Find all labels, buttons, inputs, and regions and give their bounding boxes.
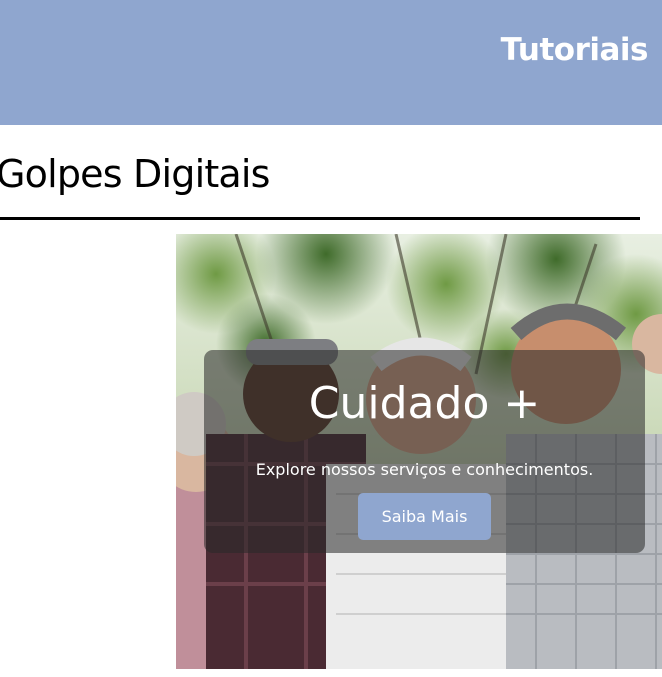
hero-title: Cuidado + bbox=[308, 378, 541, 429]
hero-subtitle: Explore nossos serviços e conhecimentos. bbox=[255, 460, 594, 479]
site-header: Tutoriais bbox=[0, 0, 662, 125]
title-divider bbox=[0, 217, 640, 220]
nav-link-tutoriais[interactable]: Tutoriais bbox=[501, 32, 649, 68]
saiba-mais-button[interactable]: Saiba Mais bbox=[358, 493, 491, 540]
hero-overlay: Cuidado + Explore nossos serviços e conh… bbox=[204, 350, 645, 553]
page-title: Golpes Digitais bbox=[0, 152, 270, 196]
hero-banner: Cuidado + Explore nossos serviços e conh… bbox=[176, 234, 662, 669]
